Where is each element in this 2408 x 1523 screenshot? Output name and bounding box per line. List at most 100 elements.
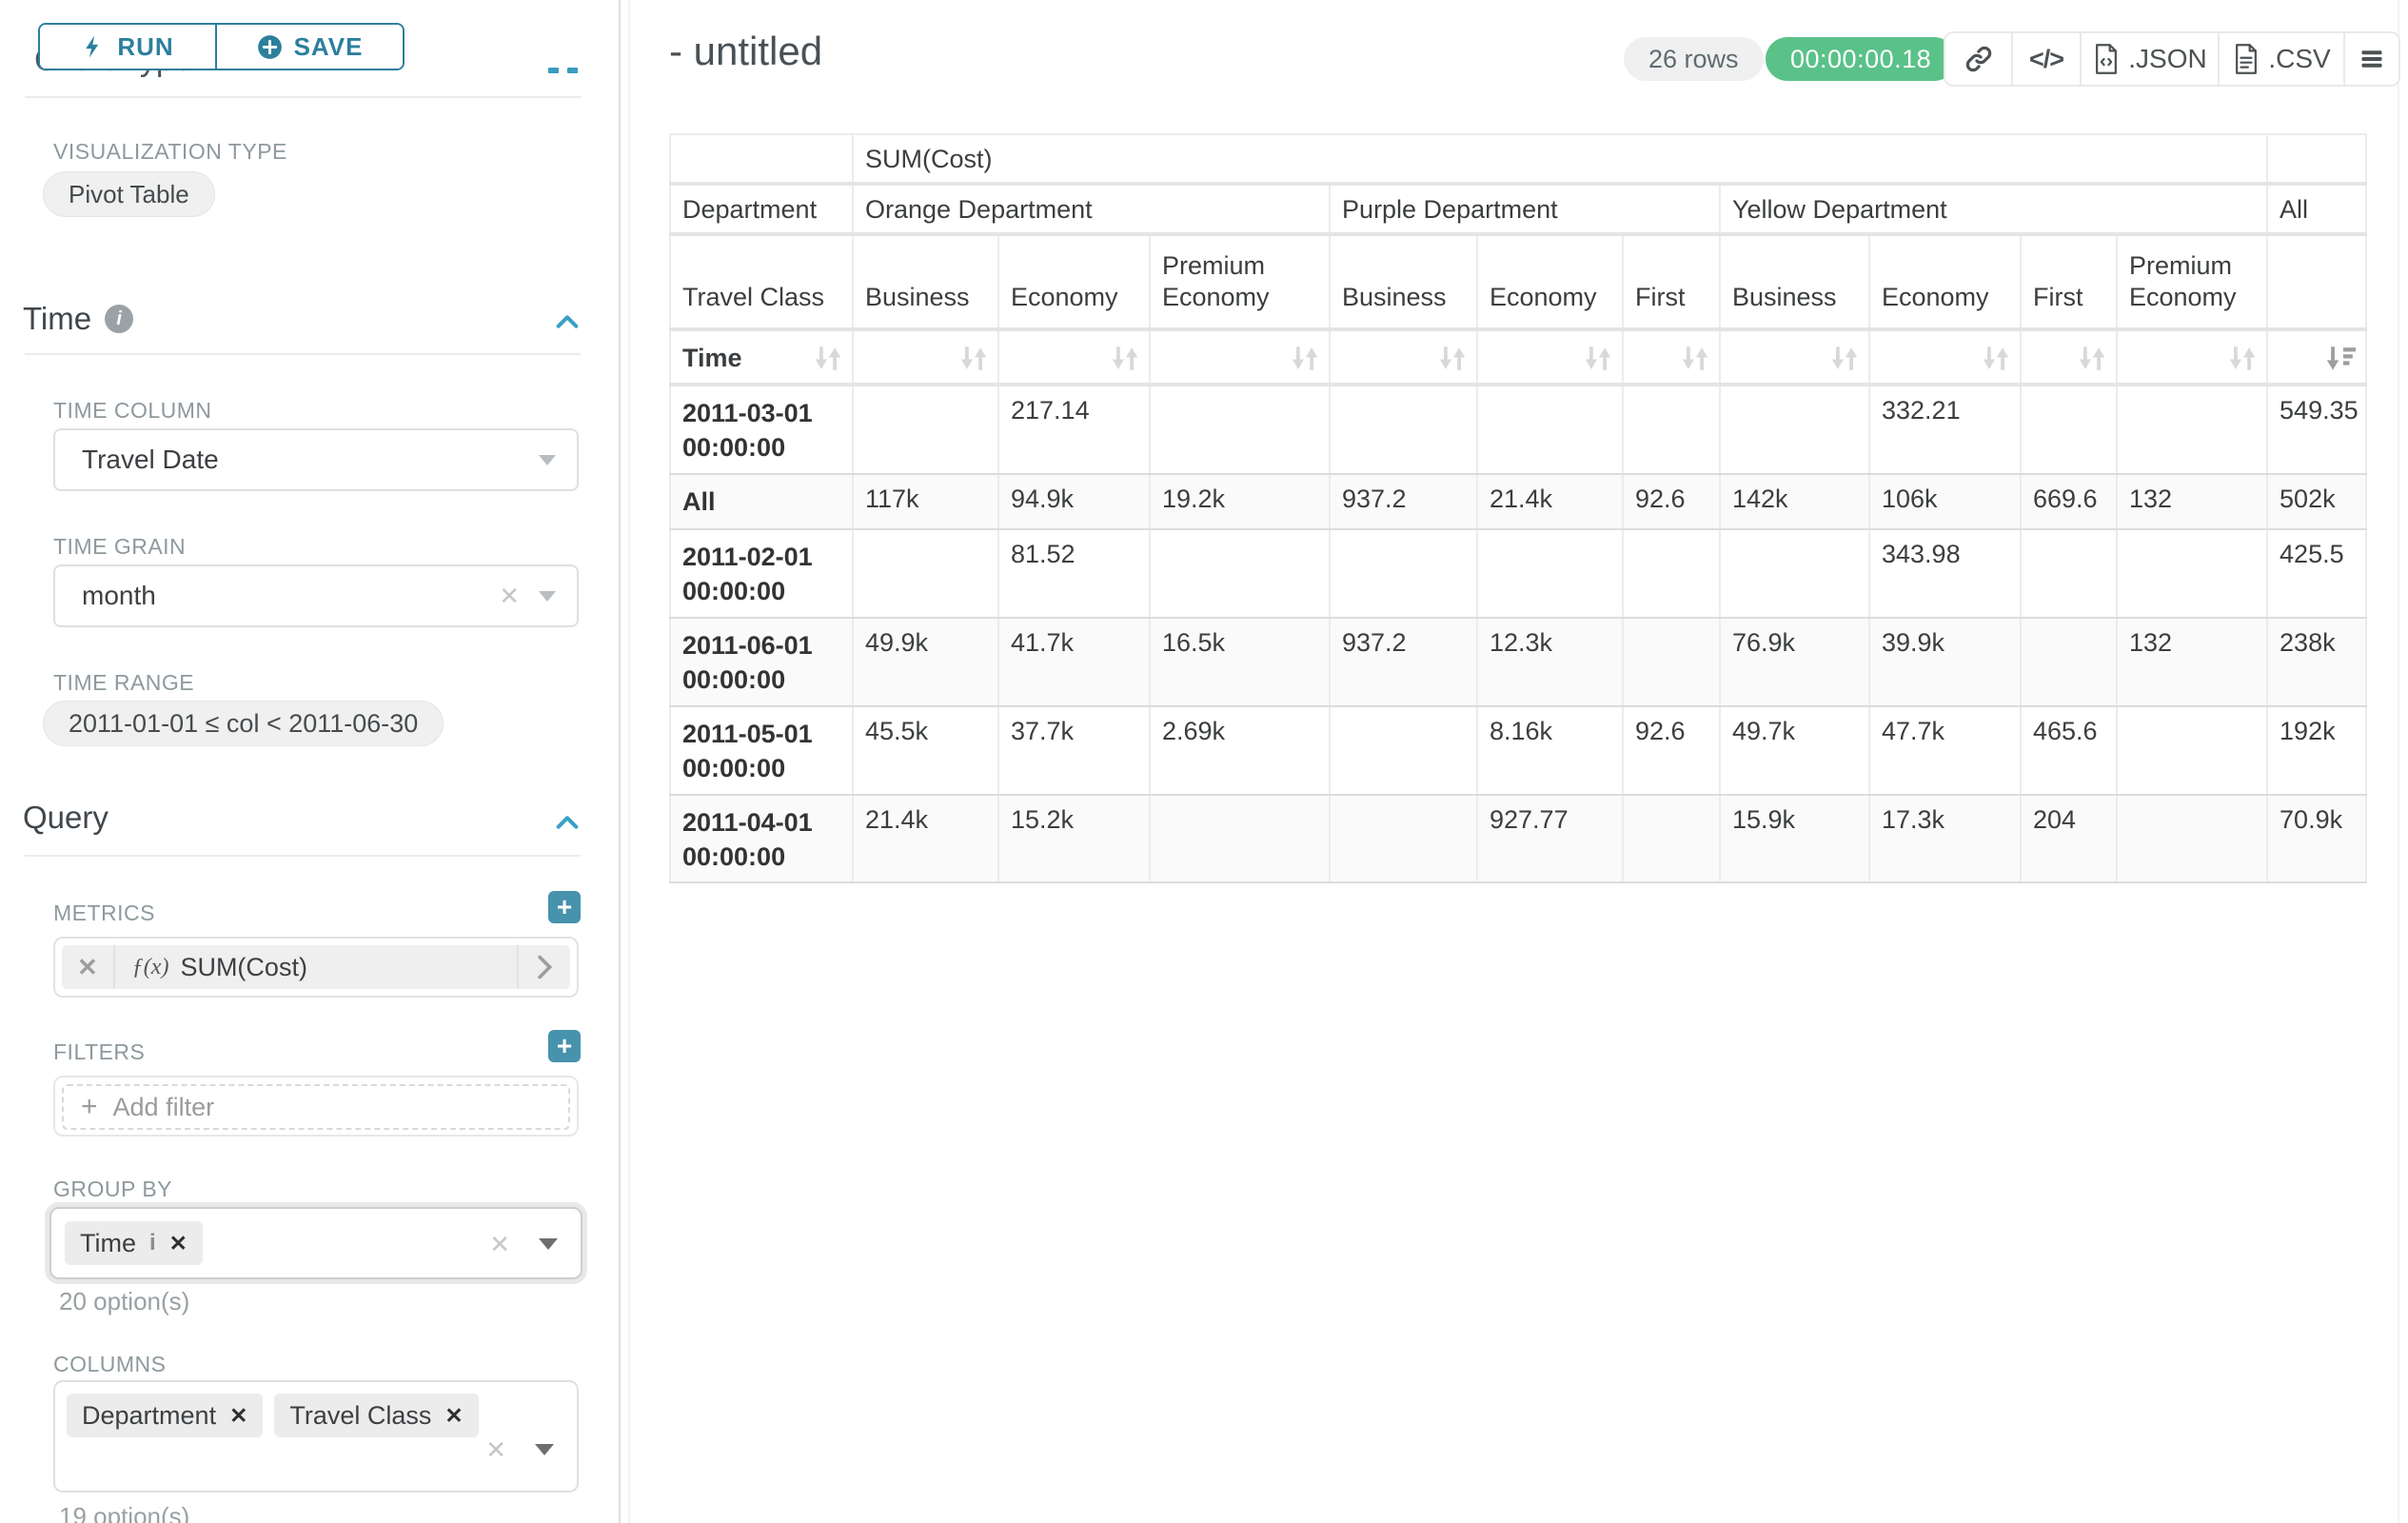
- columns-select[interactable]: Department ✕ Travel Class ✕ ✕: [53, 1380, 579, 1493]
- chip-remove-icon[interactable]: ✕: [169, 1231, 188, 1256]
- pivot-table-container: SUM(Cost)DepartmentOrange DepartmentPurp…: [669, 133, 2367, 883]
- caret-down-icon: [539, 1238, 558, 1250]
- add-filter-plus-button[interactable]: +: [548, 1030, 581, 1062]
- hamburger-menu-icon: [2359, 46, 2385, 72]
- pivot-table: SUM(Cost)DepartmentOrange DepartmentPurp…: [669, 133, 2367, 883]
- columns-chip-department[interactable]: Department ✕: [67, 1394, 263, 1437]
- column-sort-cell: [998, 329, 1150, 385]
- visualization-type-label: VISUALIZATION TYPE: [53, 139, 287, 165]
- chip-info-icon[interactable]: i: [149, 1230, 156, 1256]
- panel-divider[interactable]: [619, 0, 621, 1523]
- value-cell: [1623, 385, 1720, 474]
- run-button[interactable]: RUN: [40, 25, 217, 69]
- controls-panel: Chart Type RUN SAVE VISUALIZATION TYPE P…: [0, 0, 619, 1523]
- save-button-label: SAVE: [294, 32, 364, 62]
- time-range-pill[interactable]: 2011-01-01 ≤ col < 2011-06-30: [43, 701, 444, 746]
- value-cell: 15.9k: [1720, 795, 1869, 883]
- group-by-chip-time[interactable]: Time i ✕: [65, 1221, 203, 1265]
- sort-toggle-icon[interactable]: [1679, 344, 1711, 373]
- value-cell: 106k: [1869, 474, 2021, 529]
- section-divider: [25, 96, 581, 98]
- value-cell: 2.69k: [1150, 706, 1330, 795]
- save-button[interactable]: SAVE: [217, 25, 403, 69]
- collapse-time-chevron-up-icon[interactable]: [552, 307, 582, 337]
- run-button-label: RUN: [117, 32, 173, 62]
- time-column-select[interactable]: Travel Date: [53, 428, 579, 491]
- value-cell: [1720, 529, 1869, 618]
- sort-toggle-icon[interactable]: [2226, 344, 2259, 373]
- sort-toggle-icon[interactable]: [1109, 344, 1141, 373]
- sort-toggle-icon[interactable]: [1436, 344, 1469, 373]
- section-divider: [25, 855, 581, 857]
- caret-down-icon: [535, 1444, 554, 1455]
- row-label-cell: 2011-04-01 00:00:00: [670, 795, 853, 883]
- value-cell: 343.98: [1869, 529, 2021, 618]
- value-cell: 142k: [1720, 474, 1869, 529]
- export-json-button[interactable]: .JSON: [2082, 33, 2220, 85]
- column-sort-cell: [1477, 329, 1623, 385]
- chart-title[interactable]: - untitled: [669, 29, 822, 74]
- department-group-header: Purple Department: [1330, 184, 1720, 234]
- value-cell: 425.5: [2267, 529, 2366, 618]
- clear-icon[interactable]: ✕: [493, 582, 525, 611]
- time-section-title: Time i: [23, 301, 133, 337]
- table-row: 2011-02-01 00:00:0081.52343.98425.5: [670, 529, 2366, 618]
- value-cell: 669.6: [2021, 474, 2117, 529]
- metrics-control: ✕ ƒ(x) SUM(Cost): [53, 937, 579, 998]
- value-cell: 19.2k: [1150, 474, 1330, 529]
- sort-toggle-icon[interactable]: [1582, 344, 1614, 373]
- time-range-label: TIME RANGE: [53, 670, 194, 696]
- column-sort-cell: [2117, 329, 2267, 385]
- clear-icon[interactable]: ✕: [485, 1435, 506, 1465]
- travel-class-header: Economy: [1869, 234, 2021, 329]
- time-grain-select[interactable]: month ✕: [53, 564, 579, 627]
- sort-toggle-icon[interactable]: [812, 344, 844, 373]
- columns-chip-travel-class[interactable]: Travel Class ✕: [274, 1394, 478, 1437]
- value-cell: [1623, 529, 1720, 618]
- collapse-query-chevron-up-icon[interactable]: [552, 807, 582, 838]
- row-label-cell: All: [670, 474, 853, 529]
- value-cell: 94.9k: [998, 474, 1150, 529]
- value-cell: [1330, 385, 1477, 474]
- value-cell: 17.3k: [1869, 795, 2021, 883]
- query-timer-badge: 00:00:00.18: [1766, 37, 1956, 81]
- group-by-select[interactable]: Time i ✕ ✕: [49, 1207, 582, 1279]
- travel-class-header: [2267, 234, 2366, 329]
- value-cell: 21.4k: [853, 795, 998, 883]
- group-by-options-hint: 20 option(s): [59, 1287, 189, 1316]
- travel-class-header: Business: [853, 234, 998, 329]
- metric-value: SUM(Cost): [180, 953, 307, 982]
- sort-toggle-icon[interactable]: [2076, 344, 2108, 373]
- more-options-button[interactable]: [2345, 33, 2398, 85]
- clear-icon[interactable]: ✕: [489, 1230, 510, 1259]
- sort-toggle-icon[interactable]: [1828, 344, 1861, 373]
- travel-class-header: Business: [1330, 234, 1477, 329]
- value-cell: [2021, 529, 2117, 618]
- code-icon: </>: [2029, 45, 2063, 74]
- add-filter-button[interactable]: + Add filter: [62, 1084, 570, 1130]
- sort-descending-active-icon[interactable]: [2325, 344, 2358, 373]
- visualization-type-pill[interactable]: Pivot Table: [43, 171, 215, 217]
- time-grain-label: TIME GRAIN: [53, 534, 186, 560]
- metric-chip[interactable]: ✕ ƒ(x) SUM(Cost): [62, 945, 570, 989]
- sort-toggle-icon[interactable]: [1289, 344, 1321, 373]
- value-cell: 70.9k: [2267, 795, 2366, 883]
- copy-link-button[interactable]: [1945, 33, 2013, 85]
- value-cell: [2117, 706, 2267, 795]
- export-csv-button[interactable]: .CSV: [2220, 33, 2345, 85]
- add-metric-button[interactable]: +: [548, 891, 581, 923]
- value-cell: 132: [2117, 618, 2267, 706]
- sort-toggle-icon[interactable]: [957, 344, 990, 373]
- chevron-right-icon[interactable]: [519, 945, 570, 989]
- remove-metric-icon[interactable]: ✕: [62, 945, 115, 989]
- chip-remove-icon[interactable]: ✕: [444, 1403, 463, 1429]
- row-label-cell: 2011-05-01 00:00:00: [670, 706, 853, 795]
- embed-code-button[interactable]: </>: [2013, 33, 2082, 85]
- value-cell: [2021, 385, 2117, 474]
- sort-toggle-icon[interactable]: [1980, 344, 2012, 373]
- chip-remove-icon[interactable]: ✕: [229, 1403, 247, 1429]
- info-icon[interactable]: i: [105, 305, 133, 333]
- column-sort-cell: [1150, 329, 1330, 385]
- value-cell: 49.9k: [853, 618, 998, 706]
- value-cell: [1623, 795, 1720, 883]
